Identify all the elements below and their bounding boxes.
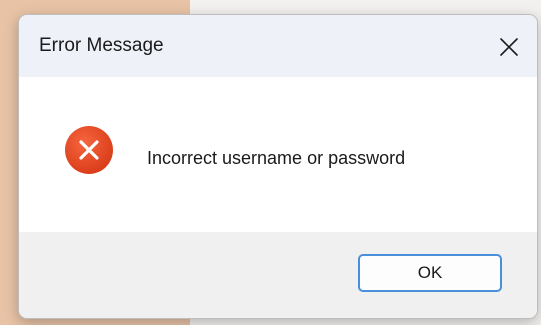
dialog-content: Incorrect username or password <box>19 77 537 232</box>
ok-button[interactable]: OK <box>358 254 502 292</box>
error-message: Incorrect username or password <box>147 148 406 168</box>
dialog-footer: OK <box>19 232 537 318</box>
error-icon <box>65 126 113 174</box>
dialog-title: Error Message <box>39 35 164 56</box>
error-dialog: Error Message Incorrect username or pass… <box>18 14 538 319</box>
dialog-titlebar: Error Message <box>19 15 537 77</box>
close-icon <box>500 38 518 56</box>
close-button[interactable] <box>487 27 531 67</box>
